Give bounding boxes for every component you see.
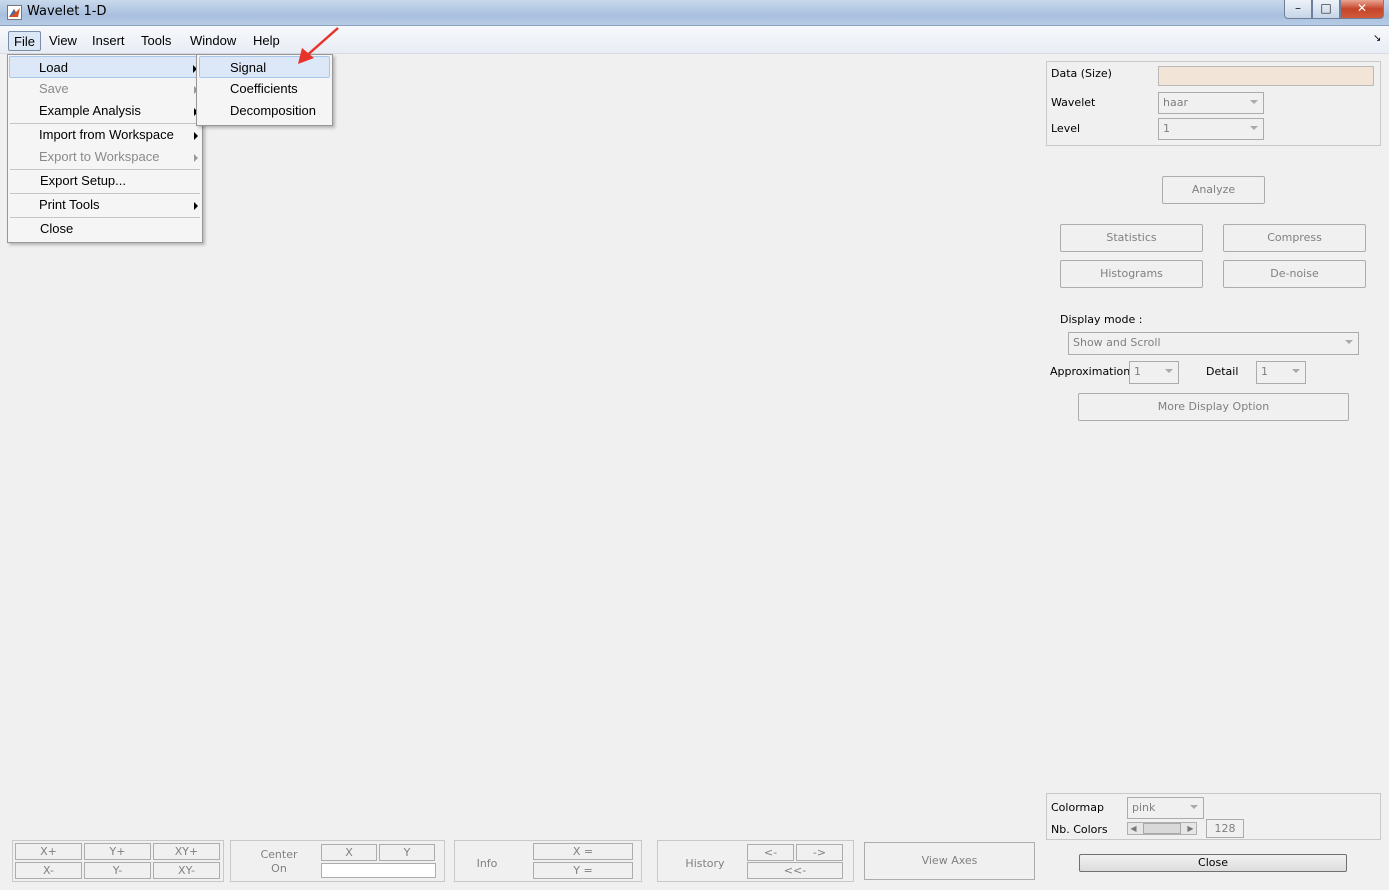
export-workspace-label: Export to Workspace xyxy=(39,149,160,164)
save-label: Save xyxy=(39,81,69,96)
display-mode-value: Show and Scroll xyxy=(1073,336,1161,349)
wavelet-label: Wavelet xyxy=(1051,96,1096,109)
chevron-down-icon xyxy=(1292,369,1300,373)
chevron-down-icon xyxy=(1165,369,1173,373)
zoom-xy-minus-button[interactable]: XY- xyxy=(153,862,220,879)
example-analysis-label: Example Analysis xyxy=(39,103,141,118)
menu-help[interactable]: Help xyxy=(248,31,285,51)
menu-view[interactable]: View xyxy=(44,31,82,51)
more-display-option-button[interactable]: More Display Option xyxy=(1078,393,1349,421)
on-label: On xyxy=(271,862,287,875)
slider-thumb[interactable] xyxy=(1143,823,1181,834)
colormap-select[interactable]: pink xyxy=(1127,797,1204,819)
info-label: Info xyxy=(476,857,498,870)
title-bar xyxy=(0,0,1389,26)
wavelet-select[interactable]: haar xyxy=(1158,92,1264,114)
center-on-field[interactable] xyxy=(321,863,436,878)
zoom-y-plus-button[interactable]: Y+ xyxy=(84,843,151,860)
history-label: History xyxy=(685,857,725,870)
file-menu-export-setup[interactable]: Export Setup... xyxy=(9,170,201,192)
display-mode-label: Display mode : xyxy=(1060,313,1143,326)
submenu-arrow-icon xyxy=(194,202,198,210)
file-menu-load[interactable]: Load xyxy=(9,56,201,78)
nb-colors-label: Nb. Colors xyxy=(1051,823,1108,836)
menu-window[interactable]: Window xyxy=(185,31,241,51)
level-select[interactable]: 1 xyxy=(1158,118,1264,140)
view-axes-button[interactable]: View Axes xyxy=(864,842,1035,880)
approximation-select[interactable]: 1 xyxy=(1129,361,1179,384)
history-forward-button[interactable]: -> xyxy=(796,844,843,861)
zoom-xy-plus-button[interactable]: XY+ xyxy=(153,843,220,860)
colormap-value: pink xyxy=(1132,801,1156,814)
slider-right-arrow-icon[interactable]: ▶ xyxy=(1185,823,1196,834)
file-menu-print-tools[interactable]: Print Tools xyxy=(9,194,201,216)
load-label: Load xyxy=(39,60,68,75)
approximation-value: 1 xyxy=(1134,365,1141,378)
zoom-x-plus-button[interactable]: X+ xyxy=(15,843,82,860)
chevron-down-icon xyxy=(1250,100,1258,104)
level-value: 1 xyxy=(1163,122,1170,135)
menu-file[interactable]: File xyxy=(8,31,41,51)
data-size-field xyxy=(1158,66,1374,86)
print-tools-label: Print Tools xyxy=(39,197,100,212)
compress-button[interactable]: Compress xyxy=(1223,224,1366,252)
annotation-arrow-icon xyxy=(298,27,339,64)
file-menu-save[interactable]: Save xyxy=(9,78,201,100)
load-decomposition[interactable]: Decomposition xyxy=(199,100,330,122)
colormap-label: Colormap xyxy=(1051,801,1104,814)
load-coefficients[interactable]: Coefficients xyxy=(199,78,330,100)
center-label: Center xyxy=(260,848,298,861)
slider-left-arrow-icon[interactable]: ◀ xyxy=(1128,823,1139,834)
wavelet-value: haar xyxy=(1163,96,1188,109)
nb-colors-value[interactable]: 128 xyxy=(1206,819,1244,838)
center-x-button[interactable]: X xyxy=(321,844,377,861)
matlab-icon xyxy=(7,5,22,20)
history-back-button[interactable]: <- xyxy=(747,844,794,861)
info-y-field: Y = xyxy=(533,862,633,879)
detail-value: 1 xyxy=(1261,365,1268,378)
info-x-field: X = xyxy=(533,843,633,860)
file-menu-close[interactable]: Close xyxy=(9,218,201,240)
chevron-down-icon xyxy=(1250,126,1258,130)
close-label: Close xyxy=(40,221,74,236)
maximize-button[interactable]: □ xyxy=(1312,0,1340,19)
zoom-y-minus-button[interactable]: Y- xyxy=(84,862,151,879)
histograms-button[interactable]: Histograms xyxy=(1060,260,1203,288)
menu-insert[interactable]: Insert xyxy=(87,31,130,51)
file-menu-import-workspace[interactable]: Import from Workspace xyxy=(9,124,201,146)
chevron-down-icon xyxy=(1190,805,1198,809)
history-first-button[interactable]: <<- xyxy=(747,862,843,879)
analyze-button[interactable]: Analyze xyxy=(1162,176,1265,204)
close-window-button[interactable]: ✕ xyxy=(1340,0,1384,19)
close-button[interactable]: Close xyxy=(1079,854,1347,872)
export-setup-label: Export Setup... xyxy=(40,173,126,188)
nb-colors-slider[interactable]: ◀ ▶ xyxy=(1127,822,1197,835)
submenu-arrow-icon xyxy=(194,154,198,162)
import-workspace-label: Import from Workspace xyxy=(39,127,174,142)
center-y-button[interactable]: Y xyxy=(379,844,435,861)
statistics-button[interactable]: Statistics xyxy=(1060,224,1203,252)
window-title: Wavelet 1-D xyxy=(27,4,107,19)
detail-select[interactable]: 1 xyxy=(1256,361,1306,384)
minimize-button[interactable]: – xyxy=(1284,0,1312,19)
chevron-down-icon xyxy=(1345,340,1353,344)
file-menu-export-workspace[interactable]: Export to Workspace xyxy=(9,146,201,168)
data-size-label: Data (Size) xyxy=(1051,67,1112,80)
file-menu-example-analysis[interactable]: Example Analysis xyxy=(9,100,201,122)
denoise-button[interactable]: De-noise xyxy=(1223,260,1366,288)
zoom-x-minus-button[interactable]: X- xyxy=(15,862,82,879)
display-mode-select[interactable]: Show and Scroll xyxy=(1068,332,1359,355)
level-label: Level xyxy=(1051,122,1081,135)
dock-arrow-icon[interactable]: ↘ xyxy=(1373,33,1381,44)
detail-label: Detail xyxy=(1206,365,1239,378)
approximation-label: Approximation xyxy=(1050,365,1131,378)
submenu-arrow-icon xyxy=(194,132,198,140)
menu-tools[interactable]: Tools xyxy=(136,31,176,51)
